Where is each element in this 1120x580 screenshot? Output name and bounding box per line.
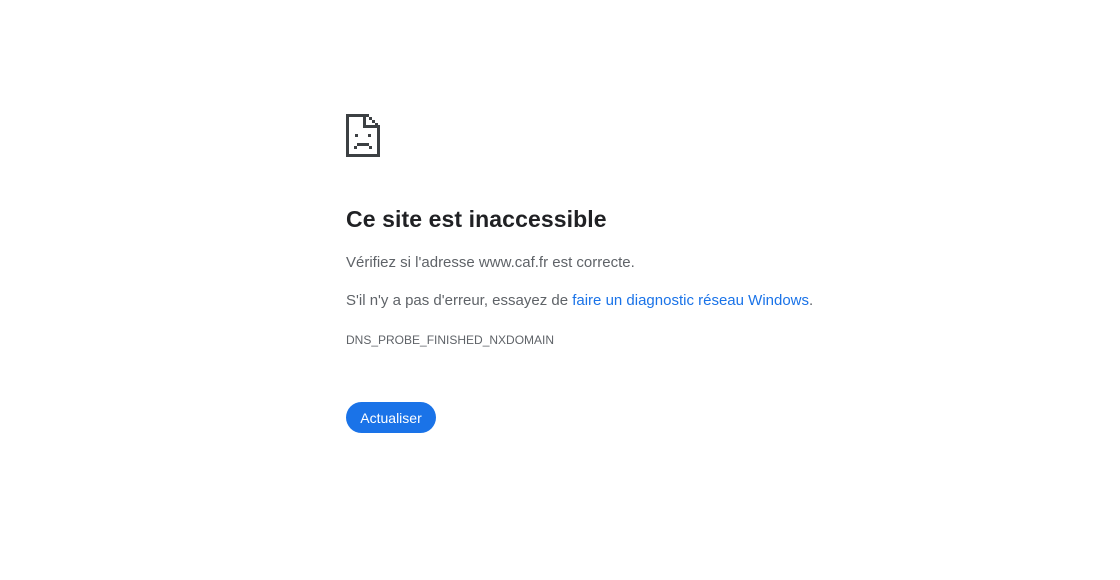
suggestion-text: S'il n'y a pas d'erreur, essayez de fair… [346, 292, 813, 309]
check-address-text: Vérifiez si l'adresse www.caf.fr est cor… [346, 254, 635, 271]
network-diagnostics-link[interactable]: faire un diagnostic réseau Windows [572, 292, 809, 309]
suggestion-prefix: S'il n'y a pas d'erreur, essayez de [346, 292, 573, 309]
suggestion-suffix: . [809, 292, 814, 309]
error-code: DNS_PROBE_FINISHED_NXDOMAIN [346, 333, 555, 347]
error-container: Ce site est inaccessible Vérifiez si l'a… [346, 114, 906, 433]
page-title: Ce site est inaccessible [346, 206, 607, 232]
sad-page-icon [346, 114, 380, 157]
reload-button[interactable]: Actualiser [346, 402, 436, 433]
